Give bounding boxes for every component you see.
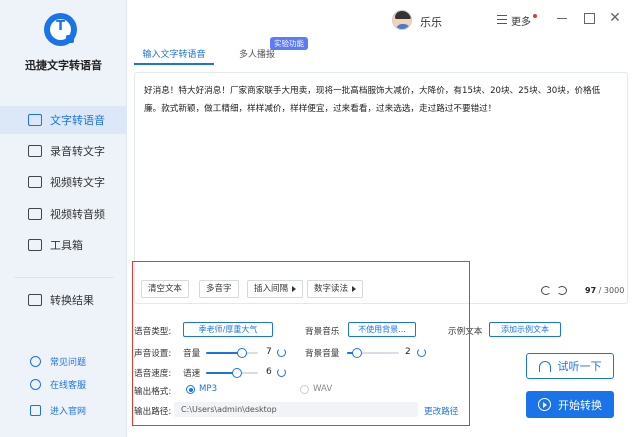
- undo-icon[interactable]: [541, 286, 551, 295]
- video-to-audio-icon: [28, 208, 42, 220]
- website-label: 进入官网: [50, 406, 87, 417]
- sidebar-item-label: 视频转音频: [50, 208, 105, 221]
- sound-settings-label: 声音设置:: [134, 349, 172, 359]
- faq-icon: [30, 355, 41, 367]
- sidebar-item-label: 转换结果: [50, 294, 94, 307]
- notification-dot: [533, 14, 537, 18]
- change-path-link[interactable]: 更改路径: [424, 405, 458, 417]
- polyphone-button[interactable]: 多音字: [199, 280, 239, 298]
- sidebar-item-text-to-speech[interactable]: 文字转语音: [0, 106, 127, 134]
- try-listen-label: 试听一下: [557, 360, 602, 373]
- start-convert-button[interactable]: 开始转换: [526, 391, 614, 418]
- close-icon[interactable]: ✕: [608, 11, 622, 25]
- caret-right-icon: [292, 286, 297, 292]
- path-label: 输出路径:: [134, 407, 172, 417]
- sidebar-item-label: 视频转文字: [50, 176, 105, 189]
- editor-content[interactable]: 好消息！特大好消息！厂家商家联手大甩卖，现将一批高档服饰大减价，大降价，有15块…: [144, 82, 614, 118]
- rate-slider-knob[interactable]: [232, 368, 243, 378]
- faq-link[interactable]: 常见问题: [0, 353, 127, 369]
- add-sample-text-button[interactable]: 添加示例文本: [489, 322, 561, 337]
- sidebar-item-label: 工具箱: [50, 239, 83, 252]
- app-name: 迅捷文字转语音: [25, 59, 102, 72]
- clear-text-button[interactable]: 清空文本: [141, 280, 190, 298]
- format-label: 输出格式:: [134, 387, 172, 397]
- minimize-icon[interactable]: [555, 11, 569, 25]
- insert-pause-label: 插入间隔: [254, 284, 289, 294]
- insert-pause-button[interactable]: 插入间隔: [247, 280, 304, 298]
- output-path-field[interactable]: C:\Users\admin\desktop: [174, 402, 418, 417]
- sample-text-label: 示例文本: [448, 327, 483, 337]
- tab-text-to-speech[interactable]: 输入文字转语音: [134, 46, 214, 65]
- bgm-select[interactable]: 不使用背景...: [348, 322, 416, 337]
- char-counter: 97 / 3000: [585, 286, 624, 295]
- maximize-icon[interactable]: [582, 11, 596, 25]
- chat-icon: [30, 378, 41, 390]
- video-to-text-icon: [28, 176, 42, 188]
- format-wav-radio[interactable]: [300, 385, 309, 394]
- volume-reset-icon[interactable]: [277, 348, 286, 357]
- char-count-current: 97: [585, 286, 597, 295]
- try-listen-button[interactable]: 试听一下: [526, 353, 614, 379]
- char-count-max: / 3000: [596, 286, 625, 295]
- bg-volume-reset-icon[interactable]: [417, 348, 426, 357]
- more-button[interactable]: 更多: [511, 13, 531, 28]
- experimental-badge: 实验功能: [270, 37, 308, 50]
- rate-reset-icon[interactable]: [277, 368, 286, 377]
- sidebar-item-label: 录音转文字: [50, 145, 105, 158]
- bg-volume-slider-knob[interactable]: [352, 348, 363, 358]
- rate-label: 语速: [183, 369, 201, 379]
- logo-letter: T: [56, 19, 65, 34]
- volume-label: 音量: [183, 349, 201, 359]
- text-editor[interactable]: 好消息！特大好消息！厂家商家联手大甩卖，现将一批高档服饰大减价，大降价，有15块…: [134, 72, 628, 304]
- bg-volume-label: 背景音量: [305, 349, 340, 359]
- website-icon: [30, 404, 41, 416]
- format-wav-label[interactable]: WAV: [313, 384, 332, 394]
- voice-type-label: 语音类型:: [134, 327, 172, 337]
- chat-label: 在线客服: [50, 380, 87, 391]
- speed-label: 语音速度:: [134, 369, 172, 379]
- redo-icon[interactable]: [557, 286, 567, 295]
- bgm-label: 背景音乐: [305, 327, 340, 337]
- avatar[interactable]: [392, 10, 412, 30]
- faq-label: 常见问题: [50, 357, 87, 368]
- bg-volume-value: 2: [405, 347, 411, 357]
- voice-type-select[interactable]: 季老师/厚重大气: [183, 322, 273, 337]
- menu-icon[interactable]: [497, 15, 507, 24]
- play-icon: [538, 398, 551, 411]
- volume-value: 7: [266, 347, 272, 357]
- volume-slider-knob[interactable]: [237, 348, 248, 358]
- number-reading-label: 数字读法: [314, 284, 349, 294]
- sidebar: T 迅捷文字转语音 文字转语音 录音转文字 视频转文字 视频转音频 工具箱 转换…: [0, 0, 127, 437]
- sidebar-item-video-to-text[interactable]: 视频转文字: [0, 168, 127, 196]
- start-convert-label: 开始转换: [558, 398, 602, 412]
- number-reading-button[interactable]: 数字读法: [307, 280, 364, 298]
- text-to-speech-icon: [28, 114, 42, 126]
- rate-slider[interactable]: [206, 368, 258, 378]
- sidebar-item-toolbox[interactable]: 工具箱: [0, 231, 127, 259]
- chat-link[interactable]: 在线客服: [0, 376, 127, 392]
- bg-volume-slider[interactable]: [347, 348, 399, 358]
- sidebar-item-recording-to-text[interactable]: 录音转文字: [0, 137, 127, 165]
- recording-to-text-icon: [28, 145, 42, 157]
- website-link[interactable]: 进入官网: [0, 402, 127, 418]
- clear-text-label: 清空文本: [148, 284, 183, 294]
- rate-value: 6: [266, 367, 272, 377]
- username[interactable]: 乐乐: [420, 14, 442, 30]
- volume-slider[interactable]: [206, 348, 258, 358]
- headphones-icon: [538, 360, 551, 372]
- sidebar-divider: [14, 277, 114, 278]
- sidebar-item-video-to-audio[interactable]: 视频转音频: [0, 200, 127, 228]
- sidebar-item-label: 文字转语音: [50, 114, 105, 127]
- format-mp3-radio[interactable]: [186, 385, 195, 394]
- format-mp3-label[interactable]: MP3: [199, 384, 217, 394]
- polyphone-label: 多音字: [206, 284, 232, 294]
- toolbox-icon: [28, 239, 42, 251]
- sidebar-item-results[interactable]: 转换结果: [0, 286, 127, 314]
- caret-right-icon: [352, 286, 357, 292]
- result-icon: [28, 294, 42, 306]
